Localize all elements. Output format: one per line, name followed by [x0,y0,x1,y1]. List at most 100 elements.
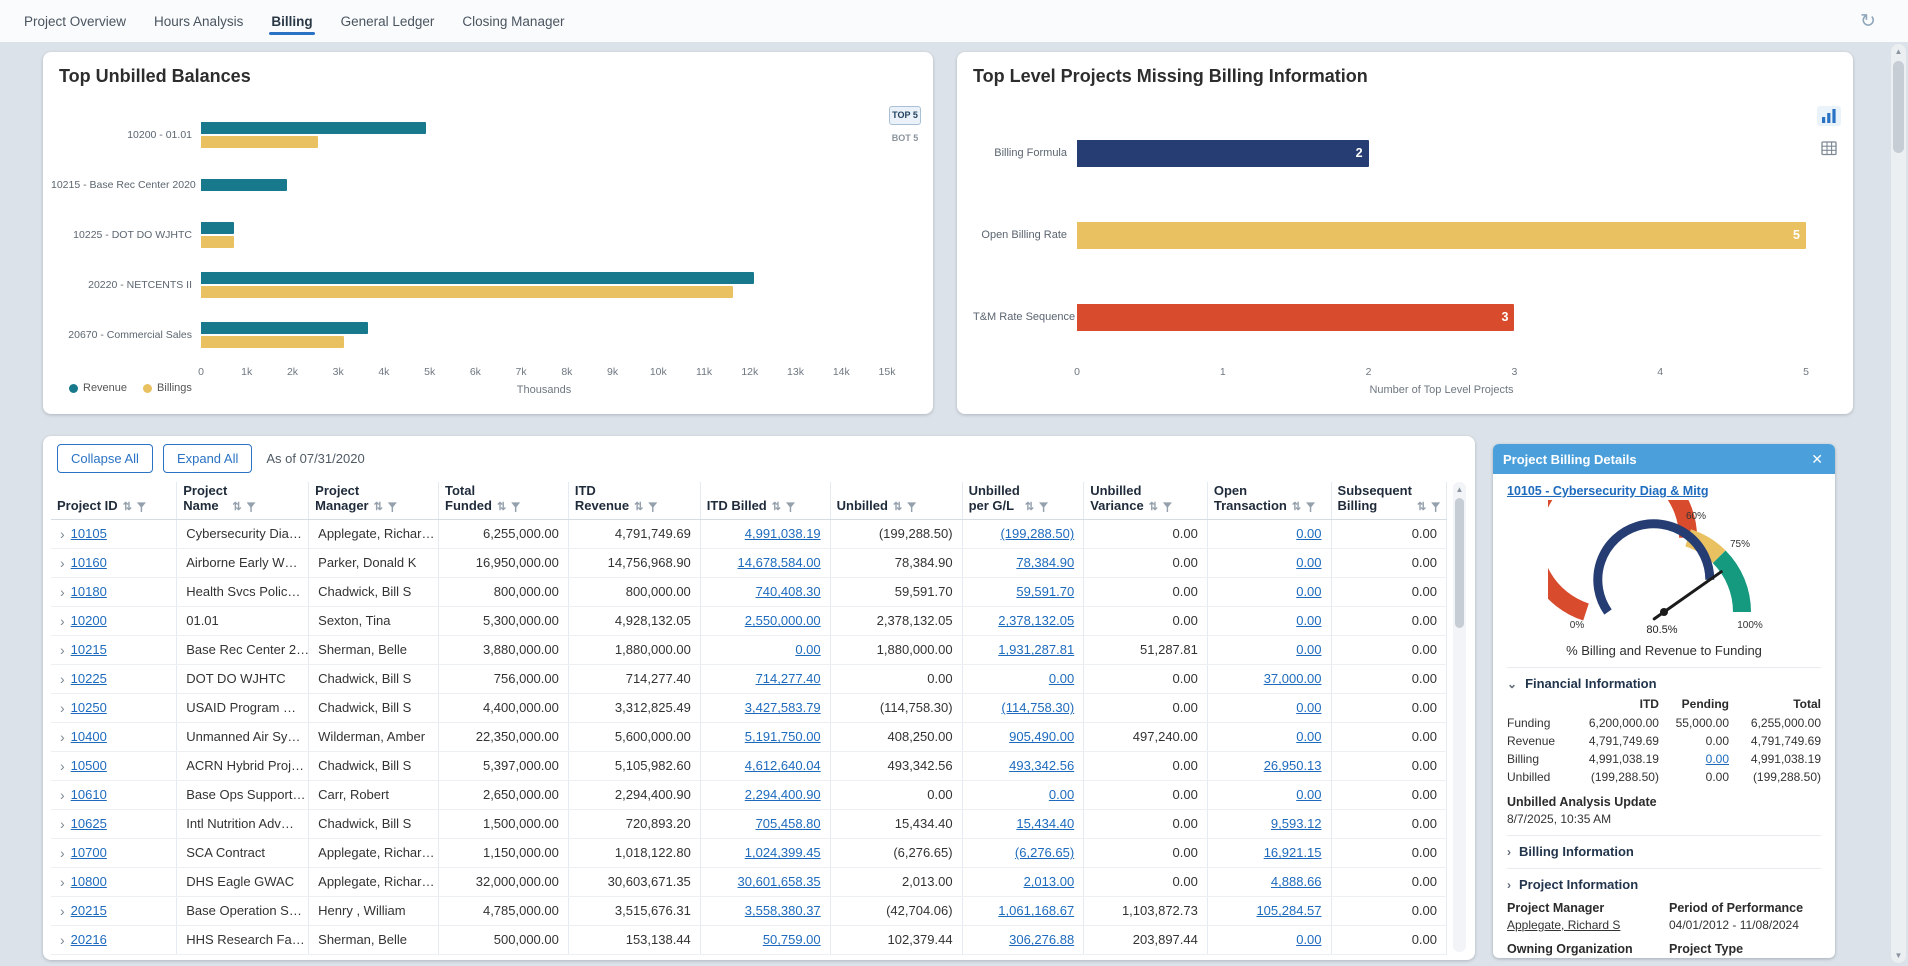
project-id-link[interactable]: 10215 [71,642,107,657]
column-header-id[interactable]: Project ID⇅ [51,482,177,519]
column-header-revenue[interactable]: ITD Revenue⇅ [568,482,700,519]
column-header-subsequent[interactable]: Subsequent Billing⇅ [1331,482,1446,519]
expand-row-icon[interactable]: › [60,701,65,715]
open_txn-link[interactable]: 0.00 [1296,584,1321,599]
open_txn-link[interactable]: 9,593.12 [1271,816,1322,831]
unbilled_gl-link[interactable]: 0.00 [1049,787,1074,802]
billing-information-section[interactable]: › Billing Information [1507,835,1821,859]
open_txn-link[interactable]: 0.00 [1296,700,1321,715]
project-id-link[interactable]: 10700 [71,845,107,860]
table-scrollbar-thumb[interactable] [1455,498,1464,628]
column-header-manager[interactable]: Project Manager⇅ [309,482,439,519]
scroll-up-icon[interactable]: ▲ [1891,47,1906,56]
expand-row-icon[interactable]: › [60,585,65,599]
billed-link[interactable]: 5,191,750.00 [745,729,821,744]
table-row[interactable]: ›10800DHS Eagle GWACApplegate, Richar…32… [51,867,1447,896]
filter-icon[interactable] [511,502,520,512]
open_txn-link[interactable]: 37,000.00 [1264,671,1322,686]
filter-icon[interactable] [1431,502,1440,512]
billed-link[interactable]: 4,991,038.19 [745,526,821,541]
expand-row-icon[interactable]: › [60,904,65,918]
sort-icon[interactable]: ⇅ [123,502,132,513]
filter-icon[interactable] [1163,502,1172,512]
scroll-down-icon[interactable]: ▼ [1891,951,1906,960]
open_txn-link[interactable]: 0.00 [1296,613,1321,628]
selected-project-link[interactable]: 10105 - Cybersecurity Diag & Mitg [1507,484,1708,498]
expand-row-icon[interactable]: › [60,788,65,802]
table-row[interactable]: ›10700SCA ContractApplegate, Richar…1,15… [51,838,1447,867]
billed-link[interactable]: 14,678,584.00 [738,555,821,570]
open_txn-link[interactable]: 0.00 [1296,787,1321,802]
table-row[interactable]: ›10500ACRN Hybrid Proj…Chadwick, Bill S5… [51,751,1447,780]
sort-icon[interactable]: ⇅ [374,502,383,513]
revenue-bar[interactable] [201,322,368,334]
legend-item-revenue[interactable]: Revenue [69,382,127,394]
project-id-link[interactable]: 10610 [71,787,107,802]
billing-formula-bar[interactable]: 2 [1077,140,1369,167]
column-header-unbilled[interactable]: Unbilled⇅ [830,482,962,519]
filter-icon[interactable] [247,502,256,512]
sort-icon[interactable]: ⇅ [1292,502,1301,513]
open_txn-link[interactable]: 26,950.13 [1264,758,1322,773]
revenue-bar[interactable] [201,179,287,191]
sort-icon[interactable]: ⇅ [497,502,506,513]
open_txn-link[interactable]: 105,284.57 [1256,903,1321,918]
table-row[interactable]: ›10250USAID Program …Chadwick, Bill S4,4… [51,693,1447,722]
billed-link[interactable]: 2,294,400.90 [745,787,821,802]
billed-link[interactable]: 4,612,640.04 [745,758,821,773]
column-header-name[interactable]: Project Name⇅ [177,482,309,519]
filter-icon[interactable] [786,502,795,512]
expand-row-icon[interactable]: › [60,759,65,773]
chart-view-icon[interactable] [1817,106,1841,126]
expand-row-icon[interactable]: › [60,817,65,831]
tab-general-ledger[interactable]: General Ledger [327,0,449,42]
table-row[interactable]: ›10105Cybersecurity Dia…Applegate, Richa… [51,519,1447,548]
project-id-link[interactable]: 10500 [71,758,107,773]
project-id-link[interactable]: 20216 [71,932,107,947]
project-id-link[interactable]: 10800 [71,874,107,889]
project-id-link[interactable]: 10180 [71,584,107,599]
close-icon[interactable]: ✕ [1809,451,1825,468]
table-row[interactable]: ›10215Base Rec Center 2…Sherman, Belle3,… [51,635,1447,664]
open_txn-link[interactable]: 4,888.66 [1271,874,1322,889]
table-row[interactable]: ›10225DOT DO WJHTCChadwick, Bill S756,00… [51,664,1447,693]
page-scrollbar-thumb[interactable] [1893,61,1904,153]
revenue-bar[interactable] [201,122,426,134]
open_txn-link[interactable]: 0.00 [1296,526,1321,541]
open-billing-rate-bar[interactable]: 5 [1077,222,1806,249]
billed-link[interactable]: 0.00 [795,642,820,657]
revenue-bar[interactable] [201,222,234,234]
top-5-toggle[interactable]: TOP 5 [889,106,921,125]
sort-icon[interactable]: ⇅ [1025,502,1034,513]
billed-link[interactable]: 50,759.00 [763,932,821,947]
unbilled_gl-link[interactable]: 1,061,168.67 [998,903,1074,918]
billed-link[interactable]: 1,024,399.45 [745,845,821,860]
filter-icon[interactable] [1306,502,1315,512]
unbilled_gl-link[interactable]: 2,378,132.05 [998,613,1074,628]
billings-bar[interactable] [201,236,234,248]
project-id-link[interactable]: 20215 [71,903,107,918]
t-m-rate-sequence-bar[interactable]: 3 [1077,304,1514,331]
unbilled_gl-link[interactable]: (6,276.65) [1015,845,1074,860]
open_txn-link[interactable]: 0.00 [1296,555,1321,570]
table-row[interactable]: ›1020001.01Sexton, Tina5,300,000.004,928… [51,606,1447,635]
filter-icon[interactable] [1039,502,1048,512]
unbilled_gl-link[interactable]: 15,434.40 [1016,816,1074,831]
pending-billing-link[interactable]: 0.00 [1706,752,1729,766]
column-header-billed[interactable]: ITD Billed⇅ [700,482,830,519]
table-row[interactable]: ›20215Base Operation S…Henry , William4,… [51,896,1447,925]
unbilled_gl-link[interactable]: (199,288.50) [1000,526,1074,541]
table-view-icon[interactable] [1817,138,1841,158]
expand-row-icon[interactable]: › [60,875,65,889]
billed-link[interactable]: 714,277.40 [756,671,821,686]
billed-link[interactable]: 3,558,380.37 [745,903,821,918]
unbilled_gl-link[interactable]: 59,591.70 [1016,584,1074,599]
open_txn-link[interactable]: 0.00 [1296,729,1321,744]
bot-5-toggle[interactable]: BOT 5 [889,129,921,148]
filter-icon[interactable] [907,502,916,512]
sort-icon[interactable]: ⇅ [634,502,643,513]
table-scrollbar[interactable]: ▲ [1453,482,1466,952]
unbilled_gl-link[interactable]: (114,758.30) [1001,700,1074,715]
table-row[interactable]: ›10160Airborne Early W…Parker, Donald K1… [51,548,1447,577]
sort-icon[interactable]: ⇅ [232,502,241,513]
